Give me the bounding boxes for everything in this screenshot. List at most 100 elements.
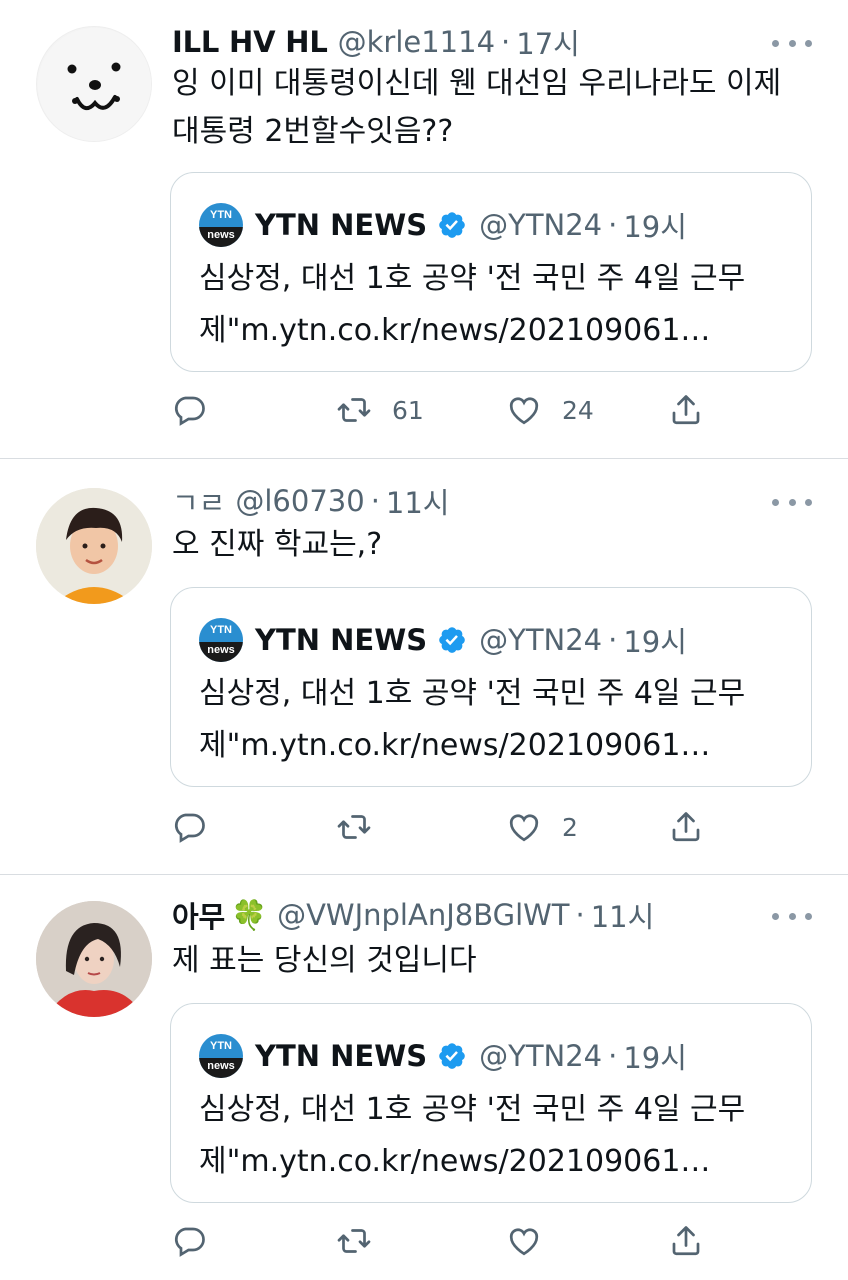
logo-text: YTN (210, 1040, 232, 1052)
retweet-icon (337, 1229, 371, 1253)
ytn-logo-icon: YTN news (199, 1034, 243, 1078)
user-handle[interactable]: @l60730 (235, 484, 364, 518)
quoted-handle: @YTN24 (479, 623, 603, 657)
quoted-header: YTN NEWS @YTN24 · 19시 (255, 1034, 687, 1078)
user-handle[interactable]: @krle1114 (338, 25, 495, 59)
quoted-timestamp: 19시 (623, 625, 687, 659)
quoted-tweet[interactable]: YTN news YTN NEWS @YTN24 · 19시 심상정, 대선 1… (170, 172, 812, 372)
avatar[interactable] (36, 488, 152, 604)
timestamp[interactable]: 11시 (591, 894, 655, 936)
timestamp[interactable]: 17시 (516, 21, 580, 63)
timestamp[interactable]: 11시 (386, 480, 450, 522)
person-photo-icon (36, 488, 152, 604)
more-icon[interactable] (772, 487, 812, 517)
like-icon (509, 397, 539, 425)
tweet-text-line: 제 표는 당신의 것입니다 (172, 943, 477, 978)
quoted-header: YTN NEWS @YTN24 · 19시 (255, 618, 687, 662)
quoted-text: 심상정, 대선 1호 공약 '전 국민 주 4일 근무 제"m.ytn.co.k… (199, 668, 789, 772)
quoted-text-line: 심상정, 대선 1호 공약 '전 국민 주 4일 근무 (199, 261, 746, 296)
retweet-icon (337, 398, 371, 422)
like-button[interactable] (506, 1219, 542, 1263)
tweet-header: ILL HV HL @krle1114 · 17시 (172, 22, 580, 62)
separator: · (575, 898, 585, 932)
like-count: 24 (562, 395, 594, 425)
retweet-icon (337, 815, 371, 839)
logo-text: YTN (210, 209, 232, 221)
separator: · (608, 208, 618, 242)
reply-button[interactable] (172, 1219, 208, 1263)
share-icon (672, 395, 700, 425)
tweet-text-line: 대통령 2번할수잇음?? (172, 114, 454, 149)
reply-button[interactable] (172, 388, 208, 432)
quoted-text-line: 심상정, 대선 1호 공약 '전 국민 주 4일 근무 (199, 1092, 746, 1127)
tweet-actions: 61 24 (172, 388, 732, 432)
tweet[interactable]: 아무 🍀 @VWJnplAnJ8BGlWT · 11시 제 표는 당신의 것입니… (0, 875, 848, 1280)
logo-text: news (199, 642, 243, 662)
quoted-header: YTN NEWS @YTN24 · 19시 (255, 203, 687, 247)
quoted-display-name: YTN NEWS (255, 623, 428, 657)
ytn-logo-icon: YTN news (199, 203, 243, 247)
quoted-timestamp: 19시 (623, 1041, 687, 1075)
share-button[interactable] (668, 1219, 704, 1263)
separator: · (370, 484, 380, 518)
like-icon (509, 814, 539, 842)
share-button[interactable] (668, 388, 704, 432)
quoted-timestamp: 19시 (623, 210, 687, 244)
separator: · (608, 623, 618, 657)
tweet-text-line: 오 진짜 학교는,? (172, 527, 383, 562)
tweet[interactable]: ILL HV HL @krle1114 · 17시 잉 이미 대통령이신데 웬 … (0, 0, 848, 458)
display-name[interactable]: ILL HV HL (172, 25, 328, 59)
tweet-text: 제 표는 당신의 것입니다 (172, 937, 822, 985)
tweet-actions (172, 1219, 732, 1263)
tweet-actions: 2 (172, 805, 732, 849)
reply-button[interactable] (172, 805, 208, 849)
like-button[interactable]: 2 (506, 805, 578, 849)
more-icon[interactable] (772, 28, 812, 58)
dog-face-icon (38, 28, 151, 141)
quoted-tweet[interactable]: YTN news YTN NEWS @YTN24 · 19시 심상정, 대선 1… (170, 587, 812, 787)
reply-icon (174, 1227, 205, 1257)
reply-icon (174, 396, 205, 426)
retweet-button[interactable] (336, 1219, 372, 1263)
tweet[interactable]: ㄱㄹ @l60730 · 11시 오 진짜 학교는,? YTN news YTN… (0, 459, 848, 874)
tweet-text-line: 잉 이미 대통령이신데 웬 대선임 우리나라도 이제 (172, 66, 782, 101)
verified-icon (439, 212, 465, 238)
quoted-tweet[interactable]: YTN news YTN NEWS @YTN24 · 19시 심상정, 대선 1… (170, 1003, 812, 1203)
retweet-button[interactable] (336, 805, 372, 849)
like-icon (509, 1228, 539, 1256)
quoted-text-line[interactable]: 제"m.ytn.co.kr/news/202109061… (199, 720, 789, 772)
retweet-count: 61 (392, 395, 424, 425)
quoted-text-line[interactable]: 제"m.ytn.co.kr/news/202109061… (199, 1136, 789, 1188)
more-icon[interactable] (772, 901, 812, 931)
quoted-handle: @YTN24 (479, 208, 603, 242)
logo-text: news (199, 1058, 243, 1078)
tweet-header: 아무 🍀 @VWJnplAnJ8BGlWT · 11시 (172, 895, 654, 935)
quoted-text: 심상정, 대선 1호 공약 '전 국민 주 4일 근무 제"m.ytn.co.k… (199, 1084, 789, 1188)
quoted-handle: @YTN24 (479, 1039, 603, 1073)
tweet-text: 잉 이미 대통령이신데 웬 대선임 우리나라도 이제 대통령 2번할수잇음?? (172, 60, 822, 156)
quoted-display-name: YTN NEWS (255, 1039, 428, 1073)
ytn-logo-icon: YTN news (199, 618, 243, 662)
retweet-button[interactable]: 61 (336, 388, 424, 432)
clover-emoji: 🍀 (230, 897, 268, 932)
share-button[interactable] (668, 805, 704, 849)
quoted-display-name: YTN NEWS (255, 208, 428, 242)
display-name[interactable]: 아무 (172, 894, 225, 936)
separator: · (501, 25, 511, 59)
reply-icon (174, 813, 205, 843)
share-icon (672, 1226, 700, 1256)
quoted-text-line: 심상정, 대선 1호 공약 '전 국민 주 4일 근무 (199, 676, 746, 711)
user-handle[interactable]: @VWJnplAnJ8BGlWT (277, 898, 569, 932)
quoted-text-line[interactable]: 제"m.ytn.co.kr/news/202109061… (199, 305, 789, 357)
avatar[interactable] (36, 26, 152, 142)
quoted-text: 심상정, 대선 1호 공약 '전 국민 주 4일 근무 제"m.ytn.co.k… (199, 253, 789, 357)
like-button[interactable]: 24 (506, 388, 594, 432)
avatar[interactable] (36, 901, 152, 1017)
share-icon (672, 812, 700, 842)
like-count: 2 (562, 812, 578, 842)
person-photo-icon (36, 901, 152, 1017)
logo-text: YTN (210, 624, 232, 636)
verified-icon (439, 627, 465, 653)
logo-text: news (199, 227, 243, 247)
display-name[interactable]: ㄱㄹ (172, 480, 225, 522)
